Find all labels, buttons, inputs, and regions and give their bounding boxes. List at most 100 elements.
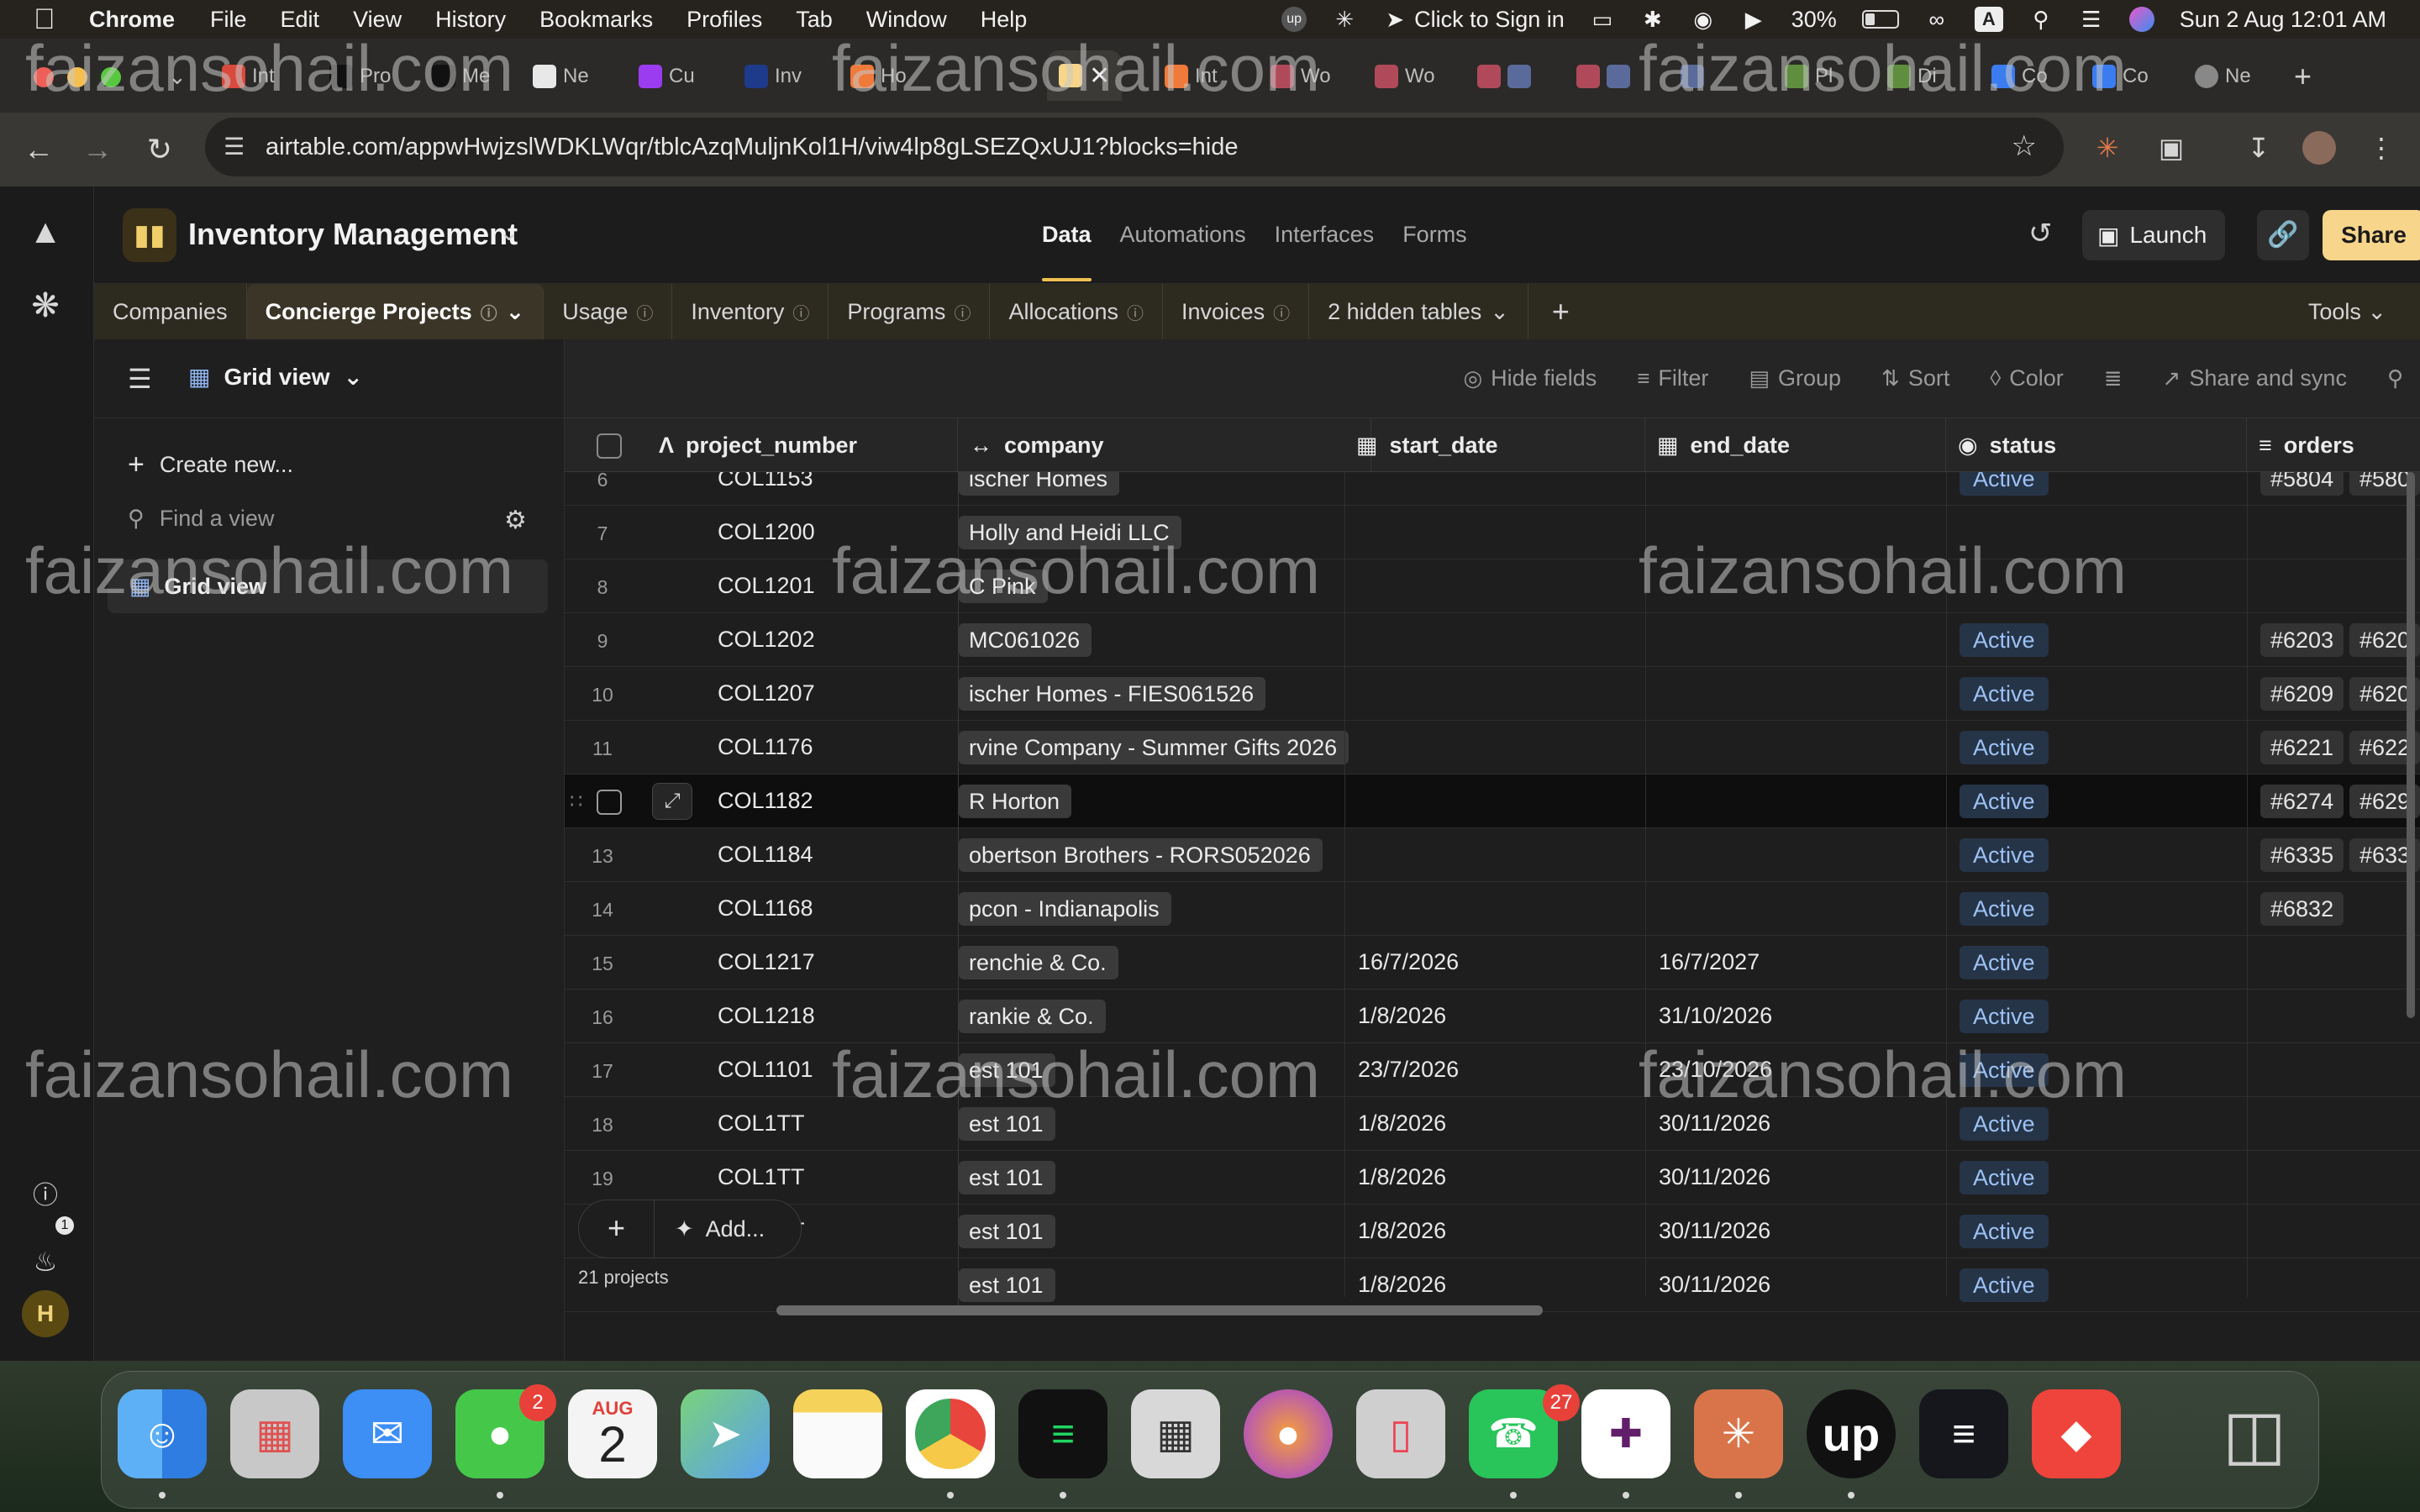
slack-icon[interactable]: ✚ (1581, 1389, 1670, 1478)
company-link-chip[interactable]: ischer Homes - FIES061526 (959, 677, 1266, 711)
share-sync-button[interactable]: ↗ Share and sync (2163, 365, 2347, 391)
cell-company[interactable]: ischer Homes - FIES061526 (958, 667, 1371, 721)
menu-tab[interactable]: Tab (796, 7, 833, 33)
gear-icon[interactable]: ⚙ (504, 506, 527, 535)
bluetooth-icon[interactable]: ✱ (1640, 7, 1665, 32)
view-switcher[interactable]: ▦ Grid view ⌄ (188, 363, 363, 391)
order-link-chip[interactable]: #6335 (2260, 838, 2344, 872)
cell-start-date[interactable]: 16/7/2026 (1358, 949, 1459, 975)
forward-button[interactable]: → (79, 131, 116, 168)
claude-icon[interactable]: ✳ (1694, 1389, 1783, 1478)
hide-fields-button[interactable]: ◎ Hide fields (1463, 365, 1597, 391)
info-icon[interactable]: ⓘ (636, 300, 653, 324)
row-height-button[interactable]: ≣ (2104, 365, 2123, 391)
row-checkbox[interactable] (597, 790, 622, 815)
table-tab-companies[interactable]: Companies (94, 284, 247, 339)
click-to-sign-in[interactable]: ➤ Click to Sign in (1382, 7, 1564, 33)
menu-bookmarks[interactable]: Bookmarks (539, 7, 653, 33)
cell-project-number[interactable]: COL1TT (718, 1110, 805, 1137)
status-badge[interactable]: Active (1960, 946, 2049, 979)
cell-start-date[interactable]: 1/8/2026 (1358, 1272, 1446, 1298)
info-icon[interactable]: ⓘ (792, 300, 809, 324)
chrome-menu-icon[interactable]: ⋮ (2365, 131, 2398, 165)
new-tab-button[interactable]: + (2294, 59, 2312, 94)
filter-button[interactable]: ≡ Filter (1637, 365, 1708, 391)
accessibility-icon[interactable]: ◉ (1691, 7, 1716, 32)
linear-icon[interactable]: ≡ (1919, 1389, 2008, 1478)
anydesk-icon[interactable]: ◆ (2032, 1389, 2121, 1478)
cell-project-number[interactable]: COL1TT (718, 1164, 805, 1190)
copy-link-icon[interactable]: 🔗 (2257, 210, 2309, 260)
cell-company[interactable]: est 101 (958, 1151, 1371, 1205)
chrome-icon[interactable] (906, 1389, 995, 1478)
table-row[interactable]: 11 COL1176 rvine Company - Summer Gifts 20… (565, 721, 2420, 774)
table-tab-inventory[interactable]: Inventory ⓘ (672, 284, 829, 339)
status-badge[interactable]: Active (1960, 1215, 2049, 1248)
calendar-icon[interactable]: AUG 2 (568, 1389, 657, 1478)
column-header-company[interactable]: ↔ company (958, 418, 1371, 472)
expand-record-icon[interactable]: ⤢ (652, 783, 692, 820)
display-icon[interactable]: ▭ (1590, 7, 1615, 32)
notifications-bell-icon[interactable]: ♨ (24, 1240, 67, 1284)
cell-start-date[interactable]: 23/7/2026 (1358, 1057, 1459, 1083)
menu-file[interactable]: File (210, 7, 247, 33)
browser-tab[interactable] (1576, 57, 1630, 96)
cell-end-date[interactable]: 30/11/2026 (1659, 1164, 1770, 1190)
user-avatar[interactable]: H (22, 1290, 69, 1337)
company-link-chip[interactable]: renchie & Co. (959, 946, 1118, 979)
launchpad-icon[interactable]: ▦ (230, 1389, 319, 1478)
nav-interfaces[interactable]: Interfaces (1275, 222, 1375, 248)
info-icon[interactable]: ⓘ (954, 300, 971, 324)
info-icon[interactable]: ⓘ (1273, 300, 1290, 324)
chevron-down-icon[interactable]: ⌄ (506, 299, 525, 325)
site-settings-icon[interactable]: ☰ (224, 133, 252, 161)
cell-project-number[interactable]: COL1176 (718, 734, 813, 760)
browser-tab[interactable] (1477, 57, 1531, 96)
claude-extension-icon[interactable]: ✳ (2091, 131, 2124, 165)
nav-automations[interactable]: Automations (1120, 222, 1246, 248)
calculator-icon[interactable]: ▦ (1131, 1389, 1220, 1478)
company-link-chip[interactable]: pcon - Indianapolis (959, 892, 1171, 926)
order-link-chip[interactable]: #6832 (2260, 892, 2344, 926)
iphone-mirroring-icon[interactable]: ▯ (1356, 1389, 1445, 1478)
cell-project-number[interactable]: COL1200 (718, 519, 815, 545)
cell-end-date[interactable]: 16/7/2027 (1659, 949, 1760, 975)
cell-company[interactable]: obertson Brothers - RORS052026 (958, 828, 1371, 882)
cell-end-date[interactable]: 30/11/2026 (1659, 1110, 1770, 1137)
download-icon[interactable]: ↧ (2242, 131, 2275, 165)
base-title[interactable]: Inventory Management (188, 217, 518, 252)
cell-end-date[interactable]: 30/11/2026 (1659, 1218, 1770, 1244)
info-icon[interactable]: ⓘ (1127, 300, 1144, 324)
reload-button[interactable]: ↻ (141, 131, 178, 168)
hamburger-menu-icon[interactable]: ☰ (128, 363, 152, 395)
table-row[interactable]: 16 COL1218 rankie & Co. 1/8/2026 31/10/2026 A… (565, 990, 2420, 1043)
status-badge[interactable]: Active (1960, 731, 2049, 764)
browser-tab[interactable]: Inv (744, 57, 802, 96)
airtable-home-icon[interactable]: ▲ (24, 210, 67, 254)
column-header-end-date[interactable]: ▦ end_date (1645, 418, 1946, 472)
cell-end-date[interactable]: 31/10/2026 (1659, 1003, 1772, 1029)
omni-ai-icon[interactable]: ❋ (24, 284, 67, 328)
company-link-chip[interactable]: rankie & Co. (959, 1000, 1106, 1033)
menu-app-name[interactable]: Chrome (89, 7, 175, 33)
select-all-checkbox[interactable] (597, 433, 622, 459)
cell-company[interactable]: rvine Company - Summer Gifts 2026 (958, 721, 1371, 774)
cell-project-number[interactable]: COL1201 (718, 573, 815, 599)
add-with-ai-button[interactable]: ✦ Add... (655, 1216, 765, 1242)
cell-project-number[interactable]: COL1168 (718, 895, 813, 921)
table-row[interactable]: 15 COL1217 renchie & Co. 16/7/2026 16/7/2027… (565, 936, 2420, 990)
company-link-chip[interactable]: R Horton (959, 785, 1072, 818)
table-row[interactable]: 20COL1TTest 1011/8/202630/11/2026Active (565, 1205, 2420, 1258)
cell-start-date[interactable]: 1/8/2026 (1358, 1164, 1446, 1190)
column-header-status[interactable]: ◉ status (1946, 418, 2247, 472)
cell-company[interactable]: rankie & Co. (958, 990, 1371, 1043)
browser-tab[interactable]: Wo (1375, 57, 1435, 96)
link-icon[interactable]: ∞ (1924, 7, 1949, 32)
table-tab-invoices[interactable]: Invoices ⓘ (1163, 284, 1310, 339)
bookmark-star-icon[interactable]: ☆ (2012, 129, 2037, 163)
company-link-chip[interactable]: obertson Brothers - RORS052026 (959, 838, 1323, 872)
share-button[interactable]: Share (2323, 210, 2420, 260)
table-tab-concierge-projects[interactable]: Concierge Projects ⓘ ⌄ (246, 284, 544, 339)
drag-handle-icon[interactable]: ∷ (570, 790, 582, 814)
status-badge[interactable]: Active (1960, 785, 2049, 818)
